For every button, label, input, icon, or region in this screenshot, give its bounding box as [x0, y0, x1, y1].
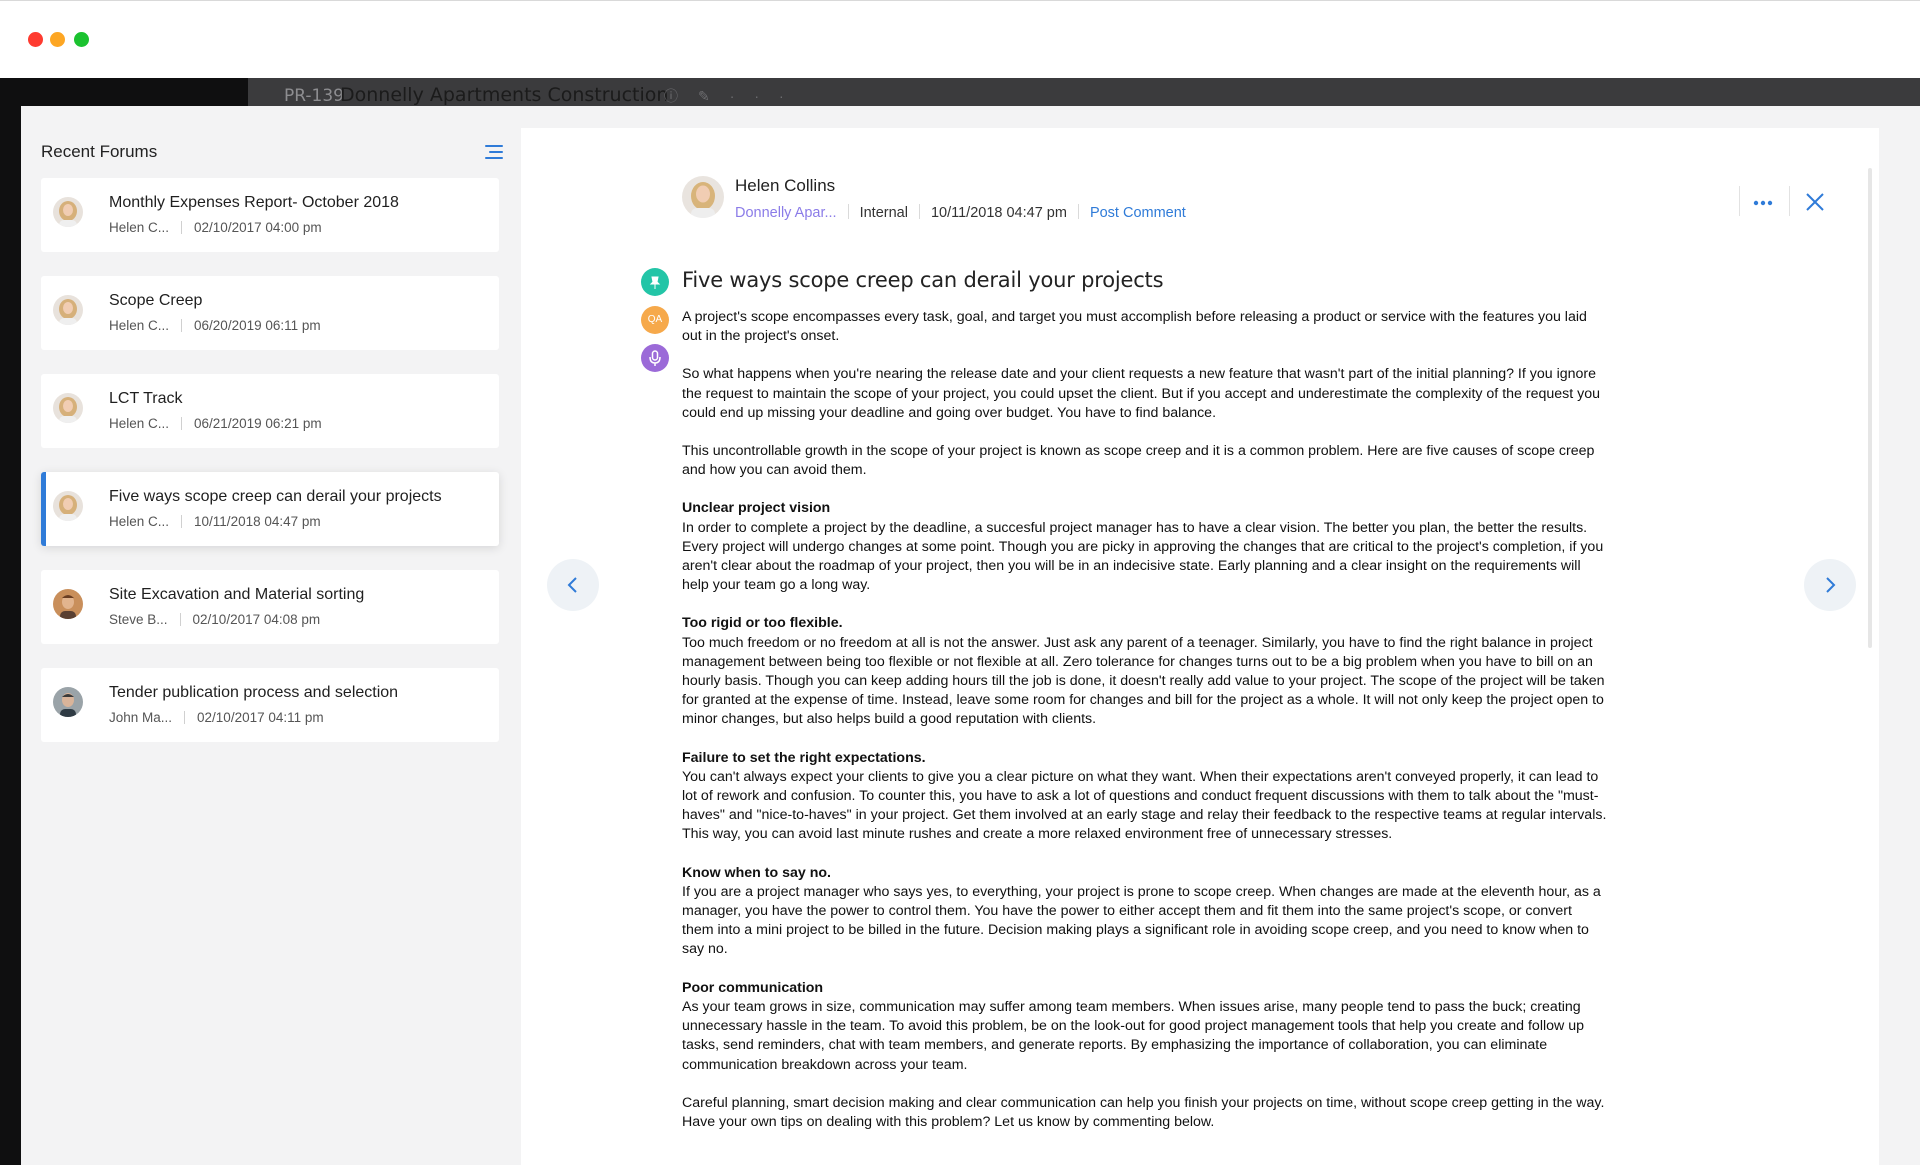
- info-icon[interactable]: ⓘ: [664, 88, 698, 104]
- forum-meta: Helen C... 02/10/2017 04:00 pm: [109, 220, 322, 235]
- avatar: [53, 295, 83, 325]
- visibility-label: Internal: [859, 205, 908, 221]
- forum-list-item[interactable]: Monthly Expenses Report- October 2018 Hel…: [41, 178, 499, 252]
- post-comment-link[interactable]: Post Comment: [1090, 205, 1186, 221]
- forum-meta: Helen C... 06/21/2019 06:21 pm: [109, 416, 322, 431]
- qa-badge[interactable]: QA: [641, 306, 669, 334]
- paragraph-text: This uncontrollable growth in the scope …: [682, 443, 1595, 479]
- post-paragraph: Know when to say no. If you are a project…: [682, 864, 1607, 960]
- post-paragraph: So what happens when you're nearing the …: [682, 365, 1607, 423]
- post-badges: QA: [641, 268, 669, 382]
- divider: [1739, 186, 1740, 216]
- forum-title: Five ways scope creep can derail your pr…: [109, 488, 442, 505]
- project-id: PR-139: [284, 86, 344, 106]
- post-paragraph: Unclear project vision In order to comple…: [682, 499, 1607, 595]
- avatar: [53, 393, 83, 423]
- forum-list-item[interactable]: Scope Creep Helen C... 06/20/2019 06:11 pm: [41, 276, 499, 350]
- paragraph-text: Too much freedom or no freedom at all is…: [682, 634, 1605, 728]
- forum-meta: Helen C... 06/20/2019 06:11 pm: [109, 318, 321, 333]
- avatar: [53, 491, 83, 521]
- post-title: Five ways scope creep can derail your pr…: [682, 268, 1164, 292]
- paragraph-text: Careful planning, smart decision making …: [682, 1094, 1605, 1130]
- recent-forums-panel: Recent Forums Monthly Expenses Report- O…: [21, 106, 521, 1165]
- forum-date: 10/11/2018 04:47 pm: [194, 514, 321, 529]
- author-name: Helen Collins: [735, 176, 836, 195]
- avatar: [53, 197, 83, 227]
- avatar: [53, 589, 83, 619]
- previous-button[interactable]: [547, 559, 599, 611]
- forum-title: Site Excavation and Material sorting: [109, 586, 365, 603]
- forum-author: Steve B...: [109, 612, 168, 627]
- forum-meta: Helen C... 10/11/2018 04:47 pm: [109, 514, 321, 529]
- forum-modal: Recent Forums Monthly Expenses Report- O…: [21, 106, 1920, 1165]
- chevron-left-icon: [567, 577, 577, 593]
- paragraph-text: If you are a project manager who says ye…: [682, 883, 1601, 958]
- forum-author: John Ma...: [109, 710, 173, 725]
- window-minimize-dot[interactable]: [50, 32, 65, 47]
- forum-meta: Steve B... 02/10/2017 04:08 pm: [109, 612, 320, 627]
- post-paragraph: Too rigid or too flexible. Too much freed…: [682, 614, 1607, 729]
- forum-list-item[interactable]: Tender publication process and selection…: [41, 668, 499, 742]
- forum-author: Helen C...: [109, 220, 170, 235]
- avatar: [682, 176, 724, 218]
- paragraph-text: As your team grows in size, communicatio…: [682, 998, 1584, 1073]
- chevron-right-icon: [1826, 577, 1836, 593]
- menu-icon[interactable]: [485, 144, 503, 160]
- forum-date: 02/10/2017 04:08 pm: [192, 612, 321, 627]
- forum-title: Scope Creep: [109, 292, 203, 309]
- post-paragraph: A project's scope encompasses every task…: [682, 308, 1607, 346]
- edit-icon[interactable]: ✎: [698, 88, 730, 104]
- forum-title: Monthly Expenses Report- October 2018: [109, 194, 399, 211]
- forum-date: 02/10/2017 04:00 pm: [194, 220, 322, 235]
- post-meta: Donnelly Apar... Internal 10/11/2018 04:47…: [735, 204, 1186, 221]
- forum-author: Helen C...: [109, 514, 170, 529]
- section-heading: Poor communication: [682, 979, 824, 996]
- window-close-dot[interactable]: [28, 32, 43, 47]
- paragraph-text: So what happens when you're nearing the …: [682, 366, 1600, 421]
- post-paragraph: Careful planning, smart decision making …: [682, 1094, 1607, 1132]
- project-header-icons: ⓘ✎···: [664, 86, 804, 106]
- forum-list-item[interactable]: Five ways scope creep can derail your pr…: [41, 472, 499, 546]
- post-date: 10/11/2018 04:47 pm: [930, 205, 1067, 221]
- forum-list: Monthly Expenses Report- October 2018 Hel…: [41, 178, 499, 766]
- forum-date: 06/20/2019 06:11 pm: [194, 318, 321, 333]
- microphone-icon[interactable]: [641, 344, 669, 372]
- more-icon[interactable]: ···: [730, 88, 804, 104]
- post-paragraph: Failure to set the right expectations. Yo…: [682, 749, 1607, 845]
- forum-title: Tender publication process and selection: [109, 684, 399, 701]
- paragraph-text: In order to complete a project by the de…: [682, 519, 1604, 594]
- forum-author: Helen C...: [109, 416, 170, 431]
- close-icon[interactable]: [1805, 192, 1825, 217]
- forum-detail-panel: Helen Collins Donnelly Apar... Internal 10…: [521, 128, 1879, 1165]
- scrollbar[interactable]: [1868, 168, 1872, 648]
- post-article: Five ways scope creep can derail your pr…: [682, 268, 1607, 1151]
- forum-title: LCT Track: [109, 390, 183, 407]
- project-title: Donnelly Apartments Construction: [340, 84, 669, 106]
- forum-author: Helen C...: [109, 318, 170, 333]
- recent-forums-title: Recent Forums: [41, 142, 158, 161]
- section-heading: Too rigid or too flexible.: [682, 615, 843, 632]
- forum-meta: John Ma... 02/10/2017 04:11 pm: [109, 710, 324, 725]
- window-titlebar: [0, 0, 1920, 78]
- forum-date: 02/10/2017 04:11 pm: [197, 710, 324, 725]
- post-paragraph: This uncontrollable growth in the scope …: [682, 442, 1607, 480]
- avatar: [53, 687, 83, 717]
- paragraph-text: A project's scope encompasses every task…: [682, 309, 1587, 345]
- divider: [1789, 186, 1790, 216]
- project-link[interactable]: Donnelly Apar...: [735, 205, 837, 221]
- forum-list-item[interactable]: LCT Track Helen C... 06/21/2019 06:21 pm: [41, 374, 499, 448]
- section-heading: Know when to say no.: [682, 864, 831, 881]
- forum-date: 06/21/2019 06:21 pm: [194, 416, 322, 431]
- post-body: A project's scope encompasses every task…: [682, 308, 1607, 1132]
- forum-list-item[interactable]: Site Excavation and Material sorting Stev…: [41, 570, 499, 644]
- project-header: PR-139 Donnelly Apartments Construction …: [248, 78, 1920, 108]
- post-paragraph: Poor communication As your team grows in …: [682, 979, 1607, 1075]
- window-maximize-dot[interactable]: [74, 32, 89, 47]
- section-heading: Unclear project vision: [682, 500, 831, 517]
- pin-icon[interactable]: [641, 268, 669, 296]
- more-icon[interactable]: [1753, 194, 1773, 212]
- section-heading: Failure to set the right expectations.: [682, 749, 926, 766]
- paragraph-text: You can't always expect your clients to …: [682, 768, 1607, 843]
- next-button[interactable]: [1804, 559, 1856, 611]
